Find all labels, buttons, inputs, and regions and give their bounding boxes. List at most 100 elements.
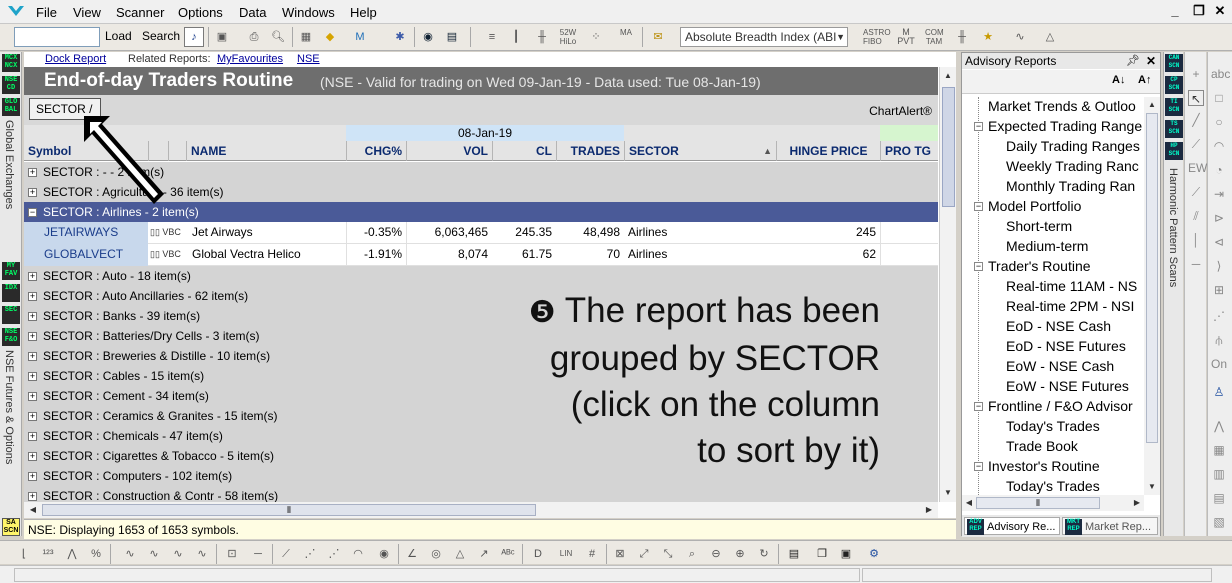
search-button[interactable]: Search — [142, 29, 180, 43]
fibo-fan-icon[interactable]: ⋀ — [1211, 418, 1227, 434]
tree-item[interactable]: EoW - NSE Cash — [1006, 357, 1114, 375]
scroll-thumb[interactable]: ⦀ — [976, 497, 1100, 509]
label-icon[interactable]: ⊡ — [222, 544, 242, 564]
angle-icon[interactable]: ∠ — [402, 544, 422, 564]
arc2-icon[interactable]: ◠ — [348, 544, 368, 564]
collapse-icon[interactable]: − — [974, 262, 983, 271]
tree-vertical-scrollbar[interactable]: ▲ ▼ — [1144, 97, 1160, 495]
tree-item[interactable]: Daily Trading Ranges — [1006, 137, 1140, 155]
diamond-icon[interactable]: ◆ — [320, 27, 340, 47]
expand-icon[interactable]: + — [28, 352, 37, 361]
refresh-icon[interactable]: ↻ — [754, 544, 774, 564]
col-cl[interactable]: CL — [492, 141, 556, 161]
collapse-icon[interactable]: − — [974, 122, 983, 131]
gann-icon[interactable]: ⋰ — [1211, 308, 1227, 324]
fan-icon[interactable]: ⟩ — [1211, 258, 1227, 274]
ma-icon[interactable]: MA — [616, 27, 636, 47]
tree-item[interactable]: Medium-term — [1006, 237, 1088, 255]
expand-icon[interactable]: ⤢ — [634, 544, 654, 564]
sort-desc-button[interactable]: A↑ — [1138, 74, 1151, 86]
tree-item[interactable]: − Model Portfolio — [974, 197, 1081, 215]
chart-icons[interactable]: ▯▯ VBC — [150, 222, 182, 243]
collapse-icon[interactable]: − — [974, 402, 983, 411]
tree-item[interactable]: − Frontline / F&O Advisor — [974, 397, 1133, 415]
tree-item[interactable]: EoD - NSE Cash — [1006, 317, 1111, 335]
expand-icon[interactable]: + — [28, 332, 37, 341]
load-button[interactable]: Load — [105, 29, 132, 43]
tree-item[interactable]: EoW - NSE Futures — [1006, 377, 1129, 395]
wave4-icon[interactable]: ∿ — [192, 544, 212, 564]
pitchfork-icon[interactable]: ⫛ — [1211, 332, 1227, 348]
scroll-thumb[interactable]: ⦀ — [42, 504, 536, 516]
scroll-left-icon[interactable]: ◀ — [26, 503, 40, 517]
speed-icon[interactable]: ⟋ — [276, 544, 296, 564]
on-icon[interactable]: On — [1211, 356, 1227, 372]
tree-item[interactable]: Weekly Trading Ranc — [1006, 157, 1139, 175]
sa-scan-tile[interactable]: SA SCN — [2, 518, 20, 536]
lin-icon[interactable]: LIN — [556, 544, 576, 564]
grid-vertical-scrollbar[interactable]: ▲ ▼ — [939, 67, 956, 502]
menu-data[interactable]: Data — [239, 5, 266, 20]
arrow2-icon[interactable]: ↗ — [474, 544, 494, 564]
marker-icon[interactable]: M — [350, 27, 370, 47]
tab-market-reports[interactable]: MKT REP Market Rep... — [1062, 517, 1158, 535]
can-scan-tile[interactable]: CAN SCN — [1165, 54, 1183, 72]
col-vol[interactable]: VOL — [406, 141, 492, 161]
astro-fibo-icon[interactable]: ASTRO FIBO — [862, 27, 891, 47]
ellipse2-icon[interactable]: ◎ — [426, 544, 446, 564]
tree-item[interactable]: Real-time 11AM - NS — [1006, 277, 1137, 295]
d-icon[interactable]: D — [528, 544, 548, 564]
symbol-cell[interactable]: JETAIRWAYS — [24, 222, 148, 244]
tab-advisory-reports[interactable]: ADV REP Advisory Re... — [964, 517, 1060, 535]
network-icon[interactable]: ✱ — [390, 27, 410, 47]
report-icon[interactable]: ♪ — [184, 27, 204, 47]
menu-file[interactable]: File — [36, 5, 57, 20]
scroll-up-icon[interactable]: ▲ — [1145, 98, 1159, 112]
fan3-icon[interactable]: ⋰ — [324, 544, 344, 564]
pattern-icon[interactable]: △ — [1040, 27, 1060, 47]
expand-icon[interactable]: + — [28, 432, 37, 441]
chart-style-icon[interactable]: ⌊ — [14, 544, 34, 564]
grid-horizontal-scrollbar[interactable]: ◀ ⦀ ▶ — [24, 502, 938, 518]
speed-lines-icon[interactable]: ⊳ — [1211, 210, 1227, 226]
com-tam-icon[interactable]: COM TAM — [924, 27, 944, 47]
restore-button[interactable]: ❐ — [1190, 3, 1208, 19]
tree-item[interactable]: Monthly Trading Ran — [1006, 177, 1135, 195]
stick-figure-icon[interactable]: ♙ — [1211, 384, 1227, 400]
collapse-icon[interactable]: − — [974, 202, 983, 211]
expand-icon[interactable]: + — [28, 492, 37, 501]
col-hinge-price[interactable]: HINGE PRICE — [776, 141, 880, 161]
tree-horizontal-scrollbar[interactable]: ◀ ⦀ ▶ — [962, 495, 1144, 511]
ew-sym-icon[interactable]: EW — [1188, 160, 1207, 176]
expand-icon[interactable]: + — [28, 412, 37, 421]
expand-icon[interactable]: + — [28, 472, 37, 481]
menu-options[interactable]: Options — [178, 5, 223, 20]
nse-fo-tile[interactable]: NSE F&O — [2, 328, 20, 346]
expand-icon[interactable]: + — [28, 452, 37, 461]
nse-link[interactable]: NSE — [297, 53, 320, 65]
tree-item[interactable]: Short-term — [1006, 217, 1072, 235]
my-fav-tile[interactable]: MY FAV — [2, 262, 20, 280]
print-preview-icon[interactable]: 🔍︎ — [268, 27, 288, 47]
minimize-button[interactable]: _ — [1166, 3, 1184, 18]
scroll-left-icon[interactable]: ◀ — [962, 496, 976, 510]
zoom-fit-icon[interactable]: ⊠ — [610, 544, 630, 564]
close-button[interactable]: ✕ — [1211, 3, 1229, 19]
idx-tile[interactable]: IDX — [2, 284, 20, 302]
m-pvt-icon[interactable]: M PVT — [896, 27, 916, 47]
tree-item[interactable]: Today's Trades — [1006, 417, 1100, 435]
trendline-icon[interactable]: ╱ — [1188, 112, 1204, 128]
horizontal-line-icon[interactable]: ─ — [1188, 256, 1204, 272]
cycle-icon[interactable]: ◔ — [1211, 162, 1227, 178]
col-chg[interactable]: CHG% — [346, 141, 406, 161]
star-icon[interactable]: ★ — [978, 27, 998, 47]
collapse-icon[interactable]: − — [28, 208, 37, 217]
expand-icon[interactable]: + — [28, 392, 37, 401]
ellipse-icon[interactable]: ○ — [1211, 114, 1227, 130]
expand-icon[interactable]: + — [28, 312, 37, 321]
pointer-icon[interactable]: ↖ — [1188, 90, 1204, 106]
triangle2-icon[interactable]: △ — [450, 544, 470, 564]
fibo-grid-icon[interactable]: ▦ — [1211, 442, 1227, 458]
52wk-hilo-icon[interactable]: 52W HiLo — [558, 27, 578, 47]
wave2-icon[interactable]: ∿ — [144, 544, 164, 564]
